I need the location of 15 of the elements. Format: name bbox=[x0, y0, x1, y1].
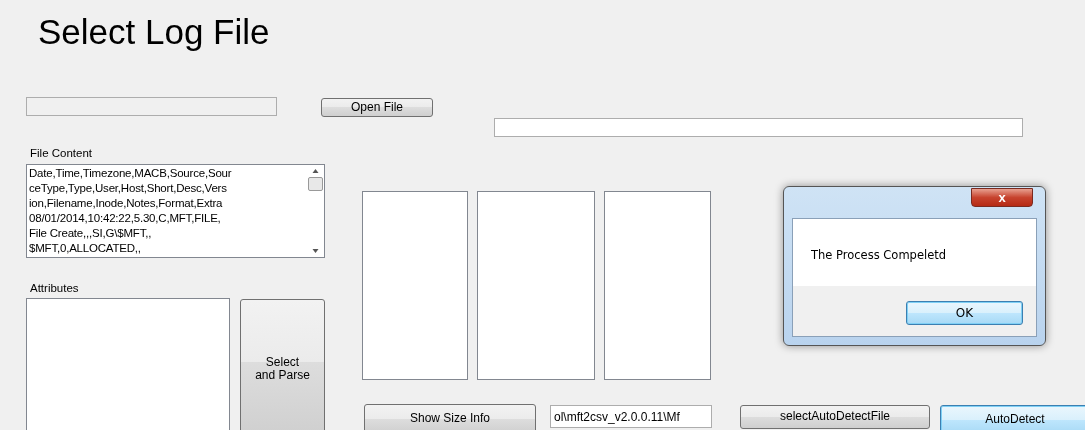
select-parse-button[interactable]: Select and Parse bbox=[240, 299, 325, 430]
close-button[interactable]: x bbox=[971, 188, 1033, 207]
scroll-thumb[interactable] bbox=[307, 177, 323, 191]
select-auto-detect-file-button[interactable]: selectAutoDetectFile bbox=[740, 405, 930, 429]
ok-button[interactable]: OK bbox=[906, 301, 1023, 325]
output-field[interactable] bbox=[494, 118, 1023, 137]
form-title: Select Log File bbox=[38, 12, 270, 52]
show-size-info-button[interactable]: Show Size Info bbox=[364, 404, 536, 430]
dialog-message: The Process Compeletd bbox=[811, 248, 947, 262]
attributes-label: Attributes bbox=[30, 282, 79, 294]
path-field[interactable]: ol\mft2csv_v2.0.0.11\Mf bbox=[550, 405, 712, 428]
open-file-button[interactable]: Open File bbox=[321, 98, 433, 117]
file-path-field[interactable] bbox=[26, 97, 277, 116]
auto-detect-button[interactable]: AutoDetect bbox=[940, 405, 1085, 430]
file-content-label: File Content bbox=[30, 147, 92, 159]
